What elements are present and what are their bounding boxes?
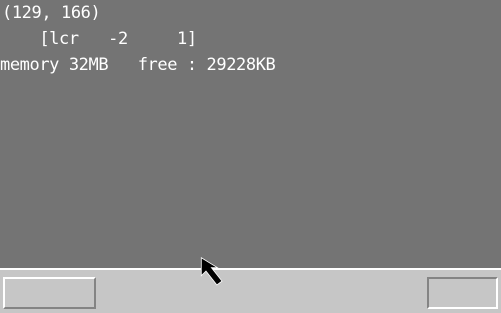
mouse-coordinates-text: (129, 166) [2, 3, 101, 23]
desktop: (129, 166) [lcr -2 1] memory 32MB free :… [0, 0, 501, 313]
tray-area-button[interactable] [427, 277, 498, 309]
mouse-button-status-text: [lcr -2 1] [0, 29, 197, 49]
mouse-arrow-icon [200, 257, 223, 286]
memory-status-text: memory 32MB free : 29228KB [0, 55, 276, 75]
start-button[interactable] [3, 277, 96, 309]
taskbar [0, 268, 501, 313]
